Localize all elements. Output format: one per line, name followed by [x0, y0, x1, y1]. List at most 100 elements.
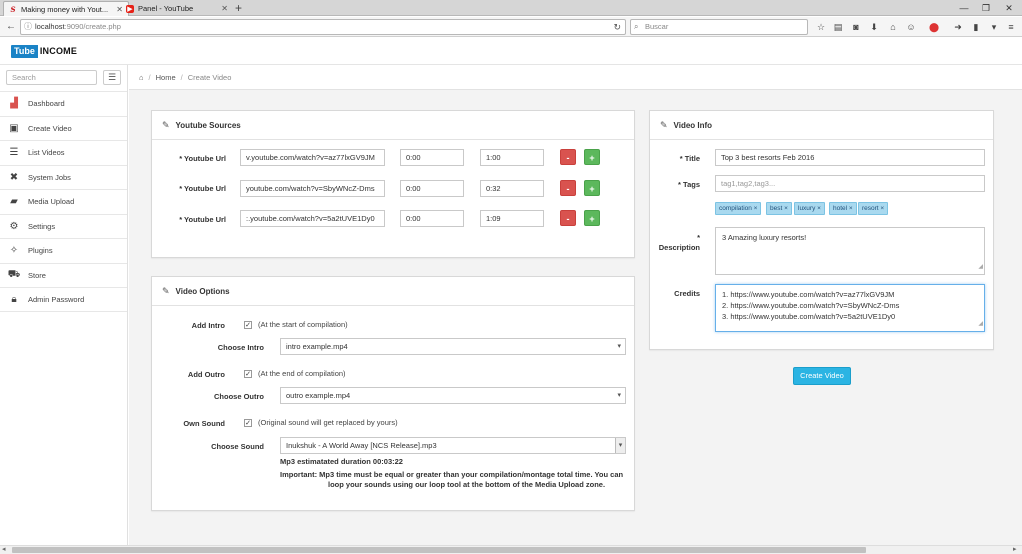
sidebar-item-dashboard[interactable]: ▟ Dashboard — [0, 91, 127, 116]
breadcrumb: ⌂ / Home / Create Video — [129, 65, 1022, 90]
adblock-icon[interactable]: ⬤ — [927, 19, 941, 35]
breadcrumb-separator: / — [148, 72, 151, 82]
remove-source-button[interactable]: - — [560, 210, 576, 226]
panel-title: Video Options — [175, 286, 230, 296]
reading-list-icon[interactable]: ▤ — [831, 19, 845, 35]
start-time-input[interactable]: 0:00 — [400, 210, 464, 227]
pocket-icon[interactable]: ◙ — [849, 19, 863, 35]
pencil-icon: ✎ — [162, 119, 170, 130]
brand-logo-income: INCOME — [37, 45, 80, 58]
browser-tab-youtube[interactable]: ▶ Panel - YouTube ✕ — [121, 1, 233, 16]
choose-intro-label: Choose Intro — [217, 343, 264, 352]
main-content: ⌂ / Home / Create Video ✎ Youtube Source… — [129, 65, 1022, 545]
remove-source-button[interactable]: - — [560, 180, 576, 196]
scrollbar-thumb[interactable] — [12, 547, 866, 553]
sidebar-toggle-icon[interactable]: ☰ — [103, 70, 121, 85]
sidebar-item-list-videos[interactable]: ☰ List Videos — [0, 140, 127, 165]
end-time-input[interactable]: 1:09 — [480, 210, 544, 227]
clipboard-icon[interactable]: ▮ — [969, 19, 983, 35]
browser-search-placeholder: Buscar — [645, 22, 669, 31]
credits-line: 2. https://www.youtube.com/watch?v=SbyWN… — [722, 301, 900, 310]
sidebar-item-plugins[interactable]: ✧ Plugins — [0, 238, 127, 263]
url-bar[interactable]: ⓘ localhost:9090/create.php ↻ — [20, 19, 626, 35]
hamburger-menu-icon[interactable]: ≡ — [1004, 19, 1018, 35]
own-sound-label: Own Sound — [183, 419, 225, 428]
add-source-button[interactable]: + — [584, 149, 600, 165]
sidebar-item-settings[interactable]: ⚙ Settings — [0, 213, 127, 239]
tag-chip[interactable]: luxury × — [794, 202, 825, 215]
description-value: 3 Amazing luxury resorts! — [722, 233, 807, 242]
resize-grip-icon[interactable]: ◢ — [978, 262, 983, 273]
browser-tab-active[interactable]: S Making money with Yout... ✕ — [3, 1, 129, 16]
description-textarea[interactable]: 3 Amazing luxury resorts! ◢ — [715, 227, 985, 275]
add-source-button[interactable]: + — [584, 180, 600, 196]
new-tab-icon[interactable]: + — [235, 1, 242, 15]
sidebar-item-label: Store — [28, 270, 46, 280]
remove-source-button[interactable]: - — [560, 149, 576, 165]
restore-icon[interactable]: ❐ — [976, 0, 996, 16]
youtube-url-input[interactable]: youtube.com/watch?v=SbyWNcZ-Dms — [240, 180, 385, 197]
browser-search-input[interactable]: ⌕ Buscar — [630, 19, 808, 35]
end-time-input[interactable]: 1:00 — [480, 149, 544, 166]
youtube-url-input[interactable]: v.youtube.com/watch?v=az77lxGV9JM — [240, 149, 385, 166]
home-icon[interactable]: ⌂ — [886, 19, 900, 35]
tab-close-icon[interactable]: ✕ — [215, 4, 228, 13]
home-icon[interactable]: ⌂ — [139, 73, 144, 82]
brand-logo[interactable]: Tube INCOME — [11, 45, 80, 58]
title-label: * Title — [679, 154, 700, 163]
end-time-input[interactable]: 0:32 — [480, 180, 544, 197]
tag-chip[interactable]: hotel × — [829, 202, 857, 215]
add-intro-checkbox[interactable]: ✓ — [244, 321, 252, 329]
youtube-favicon-icon: ▶ — [126, 4, 134, 13]
breadcrumb-current: Create Video — [187, 72, 232, 82]
magic-icon: ✧ — [9, 245, 19, 257]
minimize-icon[interactable]: — — [954, 0, 974, 16]
tags-input[interactable]: tag1,tag2,tag3... — [715, 175, 985, 192]
sidebar-search-input[interactable]: Search — [6, 70, 97, 85]
extension-icon[interactable]: ➜ — [951, 19, 965, 35]
youtube-url-input[interactable]: :.youtube.com/watch?v=5a2tUVE1Dy0 — [240, 210, 385, 227]
back-icon[interactable]: ← — [6, 19, 16, 35]
scroll-left-icon[interactable]: ◂ — [2, 545, 6, 553]
pencil-icon: ✎ — [660, 119, 668, 130]
choose-sound-label: Choose Sound — [211, 442, 264, 451]
cart-icon: ⛟ — [7, 268, 21, 280]
scroll-right-icon[interactable]: ▸ — [1013, 545, 1017, 553]
download-icon[interactable]: ⬇ — [867, 19, 881, 35]
tag-chip[interactable]: compilation × — [715, 202, 762, 215]
sidebar-item-create-video[interactable]: ▣ Create Video — [0, 115, 127, 141]
sidebar-item-store[interactable]: ⛟ Store — [0, 262, 127, 288]
start-time-input[interactable]: 0:00 — [400, 149, 464, 166]
bookmark-star-icon[interactable]: ☆ — [814, 19, 828, 35]
horizontal-scrollbar[interactable]: ◂ ▸ — [0, 545, 1022, 554]
reload-icon[interactable]: ↻ — [613, 20, 621, 34]
sidebar-item-system-jobs[interactable]: ✖ System Jobs — [0, 164, 127, 190]
create-video-button[interactable]: Create Video — [793, 367, 851, 385]
sidebar-item-admin-password[interactable]: 🔒︎ Admin Password — [0, 287, 127, 312]
gear-icon: ⚙ — [9, 220, 19, 232]
breadcrumb-home-link[interactable]: Home — [156, 73, 176, 82]
window-close-icon[interactable]: ✕ — [999, 0, 1019, 16]
tag-chip[interactable]: best × — [766, 202, 792, 215]
chevron-down-icon: ▾ — [615, 438, 625, 453]
start-time-input[interactable]: 0:00 — [400, 180, 464, 197]
sound-select[interactable]: Inukshuk - A World Away [NCS Release].mp… — [280, 437, 626, 454]
dropdown-icon[interactable]: ▾ — [987, 19, 1001, 35]
sidebar-item-media-upload[interactable]: ▰ Media Upload — [0, 189, 127, 214]
add-source-button[interactable]: + — [584, 210, 600, 226]
own-sound-checkbox[interactable]: ✓ — [244, 419, 252, 427]
sidebar: Search ☰ ▟ Dashboard ▣ Create Video ☰ Li… — [0, 65, 128, 545]
signal-icon: ▟ — [10, 98, 18, 110]
tag-chip[interactable]: resort × — [858, 202, 889, 215]
emoji-icon[interactable]: ☺ — [904, 19, 918, 35]
outro-select[interactable]: outro example.mp4 ▾ — [280, 387, 626, 404]
intro-select[interactable]: intro example.mp4 ▾ — [280, 338, 626, 355]
credits-line: 3. https://www.youtube.com/watch?v=5a2tU… — [722, 312, 896, 321]
credits-textarea[interactable]: 1. https://www.youtube.com/watch?v=az77l… — [715, 284, 985, 332]
title-input[interactable]: Top 3 best resorts Feb 2016 — [715, 149, 985, 166]
add-outro-checkbox[interactable]: ✓ — [244, 370, 252, 378]
resize-grip-icon[interactable]: ◢ — [978, 319, 983, 330]
add-intro-hint: (At the start of compilation) — [258, 320, 348, 329]
description-label-star: * — [697, 233, 700, 242]
search-icon: ⌕ — [634, 22, 639, 31]
